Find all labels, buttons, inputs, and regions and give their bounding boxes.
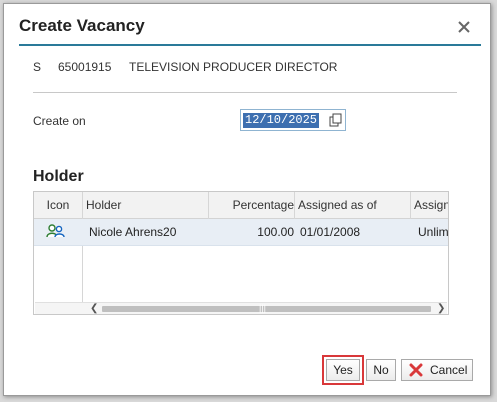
scrollbar-thumb[interactable]: |||: [102, 303, 431, 313]
horizontal-scrollbar[interactable]: ❮ ||| ❯: [35, 302, 447, 314]
holder-assign: Unlim: [418, 225, 449, 239]
column-header-holder[interactable]: Holder: [86, 192, 206, 218]
title-divider: [19, 44, 481, 46]
dialog-title: Create Vacancy: [19, 16, 145, 35]
cancel-button-label: Cancel: [430, 363, 468, 377]
create-on-date-field[interactable]: 12/10/2025: [240, 109, 346, 131]
column-divider: [294, 192, 295, 219]
column-header-assigned-as-of[interactable]: Assigned as of: [298, 192, 408, 218]
cancel-x-icon: [409, 363, 423, 377]
close-icon[interactable]: [456, 19, 472, 35]
table-row[interactable]: Nicole Ahrens20 100.00 01/01/2008 Unlim: [34, 219, 449, 246]
create-on-date-value[interactable]: 12/10/2025: [243, 113, 320, 128]
column-divider: [208, 192, 209, 219]
column-header-icon[interactable]: Icon: [34, 192, 82, 218]
calendar-picker-icon[interactable]: [329, 113, 343, 127]
people-icon: [46, 223, 66, 241]
position-id: 65001915: [58, 60, 112, 74]
object-type: S: [33, 60, 42, 74]
divider: [33, 92, 457, 93]
table-header: Icon Holder Percentage Assigned as of As…: [34, 192, 448, 219]
no-button[interactable]: No: [366, 359, 396, 381]
holder-percentage: 100.00: [257, 225, 294, 239]
scroll-right-icon[interactable]: ❯: [437, 303, 445, 314]
create-on-label: Create on: [33, 114, 86, 128]
create-vacancy-dialog: Create Vacancy S 65001915 TELEVISION PRO…: [3, 3, 491, 396]
dialog-title-bar: Create Vacancy: [4, 4, 490, 46]
yes-button[interactable]: Yes: [326, 359, 360, 381]
column-divider: [410, 192, 411, 219]
position-title: TELEVISION PRODUCER DIRECTOR: [129, 60, 338, 74]
column-divider: [82, 192, 83, 302]
scroll-left-icon[interactable]: ❮: [90, 303, 98, 314]
holder-section-title: Holder: [33, 168, 84, 185]
grip-icon: |||: [259, 303, 267, 313]
cancel-button[interactable]: Cancel: [401, 359, 473, 381]
column-header-percentage[interactable]: Percentage: [210, 192, 294, 218]
column-header-assign[interactable]: Assign: [414, 192, 448, 218]
holder-name: Nicole Ahrens20: [89, 225, 177, 239]
holder-assigned-as-of: 01/01/2008: [300, 225, 361, 239]
holder-table: Icon Holder Percentage Assigned as of As…: [33, 191, 449, 315]
